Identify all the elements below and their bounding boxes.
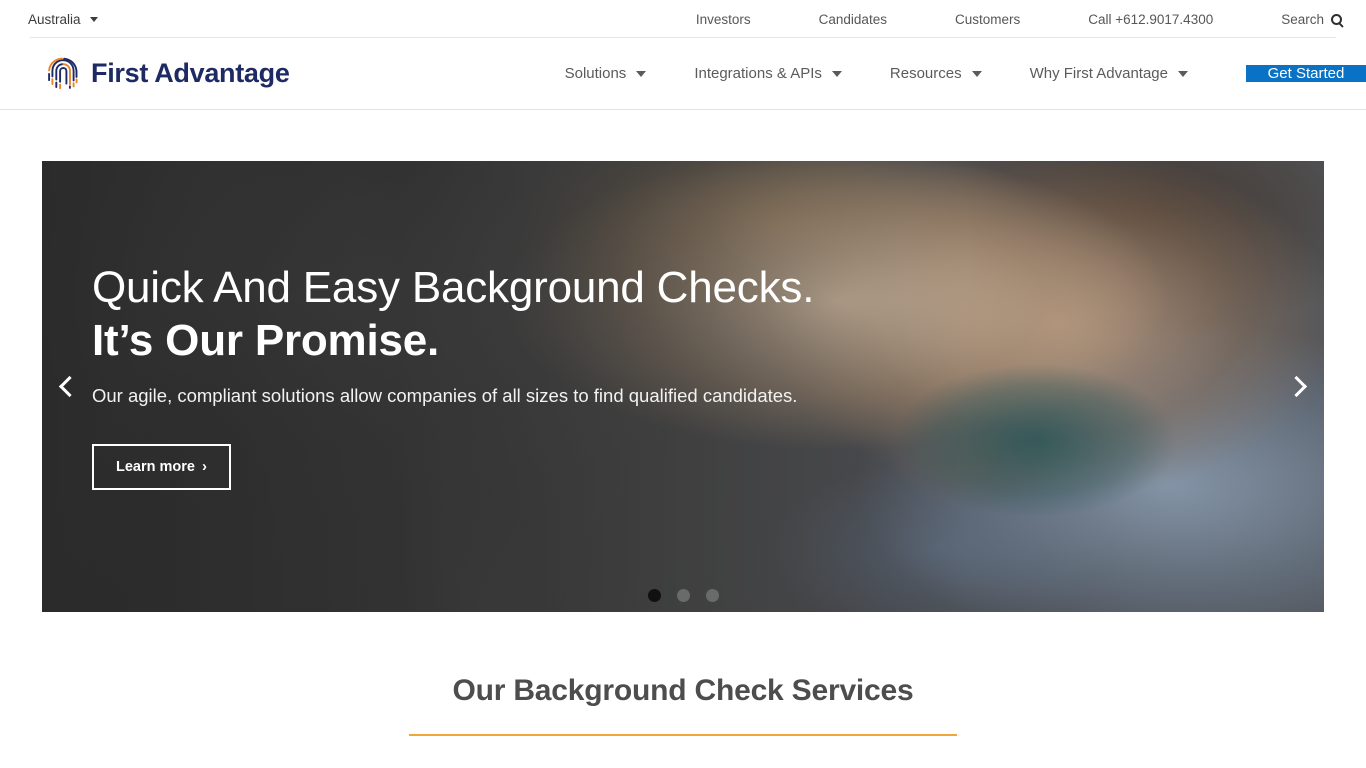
carousel-dot-3[interactable] [705,589,719,602]
nav-item-label: Integrations & APIs [694,65,822,82]
services-title: Our Background Check Services [452,674,914,707]
chevron-down-icon [636,70,647,77]
utility-link-phone[interactable]: Call +612.9017.4300 [1088,12,1213,27]
carousel-next-button[interactable] [1282,370,1316,404]
carousel-prev-button[interactable] [50,370,84,404]
logo-wordmark: First Advantage [91,58,290,88]
chevron-down-icon [971,70,982,77]
title-underline [409,734,957,736]
nav-item-integrations-apis[interactable]: Integrations & APIs [670,65,866,82]
utility-nav: Investors Candidates Customers Call +612… [696,12,1342,27]
learn-more-button[interactable]: Learn more › [92,443,231,490]
hero-content: Quick And Easy Background Checks. It’s O… [92,263,815,490]
country-selector[interactable]: Australia [28,12,98,27]
site-header: First Advantage Solutions Integrations &… [0,38,1366,110]
nav-item-label: Why First Advantage [1029,65,1168,82]
hero-carousel: Quick And Easy Background Checks. It’s O… [42,161,1324,612]
services-section: Our Background Check Services [0,612,1366,768]
hero-heading-line2: It’s Our Promise. [92,315,440,365]
nav-item-why-first-advantage[interactable]: Why First Advantage [1006,65,1212,82]
fingerprint-icon [46,56,80,92]
chevron-down-icon [831,70,842,77]
carousel-dot-1[interactable] [647,589,661,602]
carousel-dot-2[interactable] [676,589,690,602]
chevron-right-icon [1285,375,1308,398]
nav-item-label: Solutions [564,65,627,82]
nav-item-label: Resources [889,65,962,82]
hero-subheading: Our agile, compliant solutions allow com… [92,384,798,406]
logo-link[interactable]: First Advantage [0,38,290,109]
nav-item-solutions[interactable]: Solutions [541,65,671,82]
utility-bar: Australia Investors Candidates Customers… [0,0,1366,38]
chevron-down-icon [89,16,98,22]
hero-heading-line1: Quick And Easy Background Checks. [92,263,815,312]
chevron-down-icon [1178,70,1188,77]
get-started-button[interactable]: Get Started [1246,65,1366,82]
learn-more-label: Learn more [116,458,195,475]
search-icon [1331,13,1342,25]
utility-link-customers[interactable]: Customers [955,12,1020,27]
primary-nav: Solutions Integrations & APIs Resources … [541,38,1366,109]
utility-link-investors[interactable]: Investors [696,12,751,27]
chevron-left-icon [58,375,81,398]
country-label: Australia [28,11,81,27]
chevron-right-icon: › [201,458,207,476]
search-label: Search [1281,11,1324,27]
search-button[interactable]: Search [1281,12,1342,27]
nav-item-resources[interactable]: Resources [866,65,1006,82]
utility-link-candidates[interactable]: Candidates [819,12,887,27]
carousel-dots [42,589,1324,602]
